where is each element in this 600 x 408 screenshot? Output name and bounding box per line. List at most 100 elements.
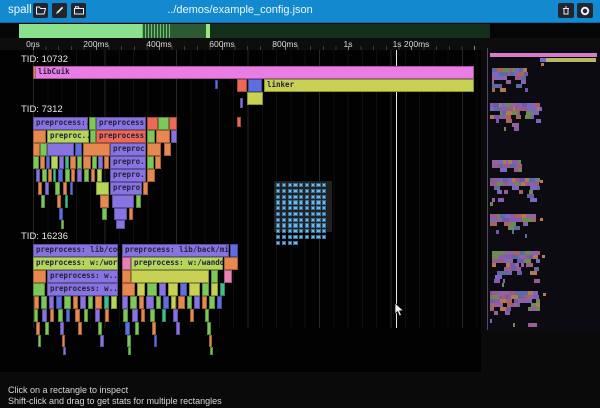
- tiny-rect[interactable]: [276, 183, 280, 187]
- flame-rect[interactable]: [42, 309, 47, 322]
- flame-rect[interactable]: [215, 80, 218, 89]
- flame-rect[interactable]: [154, 335, 157, 347]
- flame-rect[interactable]: [156, 130, 170, 143]
- flame-rect[interactable]: [41, 195, 45, 208]
- flame-rect[interactable]: [65, 169, 70, 182]
- flame-rect[interactable]: [45, 182, 49, 195]
- tiny-rect[interactable]: [311, 183, 315, 187]
- tiny-rect[interactable]: [299, 195, 303, 199]
- flame-rect[interactable]: [102, 208, 107, 220]
- flame-rect[interactable]: [194, 296, 200, 309]
- flame-rect[interactable]: [40, 156, 45, 169]
- flame-rect[interactable]: [38, 335, 41, 347]
- tiny-rect[interactable]: [276, 235, 280, 239]
- flame-rect[interactable]: [64, 296, 71, 309]
- flame-rect[interactable]: [104, 156, 109, 169]
- flame-rect[interactable]: [111, 296, 117, 309]
- flame-rect[interactable]: [158, 117, 169, 130]
- flame-rect[interactable]: [53, 169, 56, 182]
- flame-rect[interactable]: [100, 195, 109, 208]
- flame-rect[interactable]: [205, 309, 209, 322]
- tiny-rect[interactable]: [288, 212, 292, 216]
- tiny-rect[interactable]: [322, 189, 326, 193]
- tiny-rect[interactable]: [299, 235, 303, 239]
- flame-rect[interactable]: [135, 322, 139, 335]
- flame-rect[interactable]: [104, 296, 109, 309]
- flame-rect[interactable]: [132, 309, 138, 322]
- flame-rect[interactable]: [95, 309, 100, 322]
- tiny-rect[interactable]: [293, 206, 297, 210]
- flame-rect[interactable]: preprocess: w:/wando..: [131, 257, 223, 270]
- tiny-rect[interactable]: [311, 235, 315, 239]
- flame-rect[interactable]: [211, 283, 218, 296]
- flame-rect[interactable]: [59, 208, 63, 220]
- tiny-rect[interactable]: [311, 223, 315, 227]
- tiny-rect[interactable]: [316, 206, 320, 210]
- flame-rect[interactable]: [180, 283, 187, 296]
- flame-rect[interactable]: [122, 270, 131, 283]
- flame-rect[interactable]: [57, 195, 61, 208]
- flame-rect[interactable]: [91, 169, 95, 182]
- flame-rect[interactable]: [89, 117, 96, 130]
- flame-rect[interactable]: [58, 309, 63, 322]
- flame-rect[interactable]: [55, 182, 60, 195]
- flame-rect[interactable]: [75, 309, 80, 322]
- flame-rect[interactable]: [80, 296, 86, 309]
- tiny-rect[interactable]: [305, 229, 309, 233]
- flame-rect[interactable]: [78, 322, 82, 335]
- flame-rect[interactable]: [217, 296, 222, 309]
- tiny-rect[interactable]: [311, 212, 315, 216]
- tiny-rect[interactable]: [322, 235, 326, 239]
- tiny-rect[interactable]: [322, 218, 326, 222]
- flame-rect[interactable]: libCuik: [35, 66, 474, 79]
- flame-rect[interactable]: [240, 98, 243, 108]
- flame-rect[interactable]: [33, 270, 46, 283]
- tiny-rect[interactable]: [276, 206, 280, 210]
- tiny-rect[interactable]: [299, 229, 303, 233]
- tiny-rect[interactable]: [305, 212, 309, 216]
- flame-rect[interactable]: [77, 169, 82, 182]
- flame-rect[interactable]: [84, 309, 88, 322]
- flame-rect[interactable]: [114, 208, 127, 220]
- flame-rect[interactable]: [59, 156, 64, 169]
- flame-rect[interactable]: [129, 208, 133, 220]
- flame-rect[interactable]: [49, 296, 54, 309]
- flame-rect[interactable]: [71, 169, 75, 182]
- flame-rect[interactable]: [77, 156, 82, 169]
- flame-rect[interactable]: [98, 322, 102, 335]
- flame-rect[interactable]: preprocess:]..: [96, 130, 146, 143]
- flame-rect[interactable]: [159, 283, 166, 296]
- flame-rect[interactable]: [139, 296, 144, 309]
- tiny-rect[interactable]: [282, 229, 286, 233]
- tiny-rect[interactable]: [282, 235, 286, 239]
- flame-rect[interactable]: [155, 156, 161, 169]
- tiny-rect[interactable]: [276, 223, 280, 227]
- flame-rect[interactable]: [38, 182, 42, 195]
- flame-rect[interactable]: [147, 283, 157, 296]
- flame-rect[interactable]: [58, 169, 63, 182]
- flame-rect[interactable]: preprocess: w..: [47, 283, 118, 296]
- flame-rect[interactable]: prepro..: [110, 156, 146, 169]
- tiny-rect[interactable]: [282, 218, 286, 222]
- flame-rect[interactable]: [164, 143, 171, 156]
- tiny-rect[interactable]: [311, 229, 315, 233]
- delete-trace-button[interactable]: [558, 3, 574, 18]
- tiny-rect[interactable]: [316, 223, 320, 227]
- flame-rect[interactable]: [65, 195, 68, 208]
- tiny-rect[interactable]: [276, 218, 280, 222]
- flame-rect[interactable]: [33, 283, 45, 296]
- tiny-rect[interactable]: [299, 218, 303, 222]
- flame-rect[interactable]: [41, 296, 47, 309]
- tiny-rect[interactable]: [316, 195, 320, 199]
- flame-rect[interactable]: [61, 220, 64, 229]
- flame-rect[interactable]: preprocess: lib/back/mi..: [122, 244, 229, 257]
- flame-rect[interactable]: [88, 296, 93, 309]
- tiny-rect[interactable]: [316, 229, 320, 233]
- tiny-rect[interactable]: [305, 183, 309, 187]
- flame-rect[interactable]: [33, 156, 39, 169]
- flame-rect[interactable]: [156, 296, 161, 309]
- tiny-rect[interactable]: [282, 200, 286, 204]
- flame-rect[interactable]: [147, 130, 155, 143]
- tiny-rect[interactable]: [293, 235, 297, 239]
- tiny-rect[interactable]: [305, 189, 309, 193]
